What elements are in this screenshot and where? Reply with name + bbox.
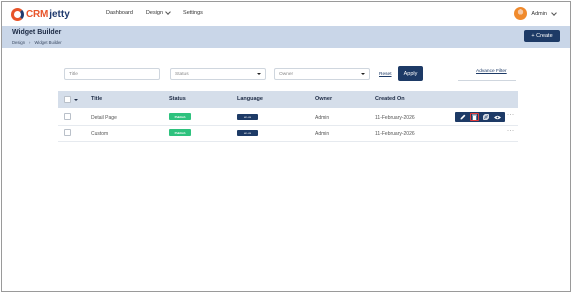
nav-design[interactable]: Design xyxy=(145,9,171,16)
row-checkbox[interactable] xyxy=(64,113,71,120)
copy-icon[interactable] xyxy=(481,113,490,121)
select-all-checkbox[interactable] xyxy=(64,96,71,103)
nav-dashboard[interactable]: Dashboard xyxy=(106,10,133,16)
title-filter-placeholder: Title xyxy=(69,71,78,77)
nav-design-label: Design xyxy=(145,10,164,16)
main-nav: Dashboard Design Settings xyxy=(106,9,203,16)
column-header-status[interactable]: Status xyxy=(169,96,186,102)
row-owner: Admin xyxy=(315,131,330,137)
table-row[interactable]: Custom Publish en-us Admin 11-February-2… xyxy=(58,126,518,142)
nav-settings[interactable]: Settings xyxy=(183,10,203,16)
row-created-on: 11-February-2026 xyxy=(375,131,415,137)
table-row[interactable]: Detail Page Publish en-us Admin 11-Febru… xyxy=(58,110,518,126)
language-badge: en-us xyxy=(237,114,258,120)
apply-button[interactable]: Apply xyxy=(398,66,423,81)
edit-icon[interactable] xyxy=(458,113,467,121)
app-window: CRM jetty Dashboard Design Settings Admi… xyxy=(1,1,571,292)
logo-mark-icon xyxy=(11,7,24,21)
column-header-created-on[interactable]: Created On xyxy=(375,96,405,102)
brand-logo[interactable]: CRM jetty xyxy=(11,6,70,22)
owner-filter-select[interactable]: Owner xyxy=(274,68,370,80)
page-title: Widget Builder xyxy=(12,29,62,36)
bulk-actions-dropdown-icon[interactable] xyxy=(74,99,78,101)
avatar xyxy=(514,7,528,20)
user-name: Admin xyxy=(531,10,547,17)
create-button[interactable]: + Create xyxy=(524,30,560,42)
row-checkbox[interactable] xyxy=(64,129,71,136)
dropdown-arrow-icon xyxy=(257,73,261,75)
column-header-title[interactable]: Title xyxy=(91,96,102,102)
nav-dashboard-label: Dashboard xyxy=(106,10,133,16)
row-actions-toolbar xyxy=(455,112,505,122)
chevron-down-icon xyxy=(551,9,557,16)
reset-link[interactable]: Reset xyxy=(379,72,392,77)
breadcrumb: Design › Widget Builder xyxy=(12,40,62,45)
user-menu[interactable]: Admin xyxy=(514,7,557,20)
status-filter-placeholder: Status xyxy=(175,71,189,77)
top-navbar: CRM jetty Dashboard Design Settings Admi… xyxy=(2,2,570,26)
breadcrumb-separator: › xyxy=(29,40,31,45)
delete-icon[interactable] xyxy=(469,113,479,121)
row-created-on: 11-February-2026 xyxy=(375,115,415,121)
logo-text-jetty: jetty xyxy=(49,8,70,20)
title-filter-input[interactable]: Title xyxy=(64,68,160,80)
column-header-owner[interactable]: Owner xyxy=(315,96,332,102)
kebab-icon[interactable]: ··· xyxy=(507,112,515,118)
page-header: Widget Builder Design › Widget Builder +… xyxy=(2,26,570,48)
dropdown-arrow-icon xyxy=(361,73,365,75)
column-header-language[interactable]: Language xyxy=(237,96,263,102)
chevron-down-icon xyxy=(165,9,171,15)
language-badge: en-us xyxy=(237,130,258,136)
status-badge: Publish xyxy=(169,113,191,120)
row-title[interactable]: Custom xyxy=(91,131,108,137)
row-title[interactable]: Detail Page xyxy=(91,115,117,121)
row-owner: Admin xyxy=(315,115,330,121)
advance-filter-link[interactable]: Advance Filter xyxy=(476,69,507,74)
logo-text-crm: CRM xyxy=(26,8,49,20)
kebab-icon[interactable]: ··· xyxy=(507,128,515,134)
table-header: Title Status Language Owner Created On xyxy=(58,91,518,108)
advance-filter-divider xyxy=(458,80,516,81)
breadcrumb-design[interactable]: Design xyxy=(12,40,25,45)
view-icon[interactable] xyxy=(493,113,502,121)
nav-settings-label: Settings xyxy=(183,10,203,16)
status-filter-select[interactable]: Status xyxy=(170,68,266,80)
filter-bar: Title Status Owner Reset Apply Advance F… xyxy=(64,66,518,82)
breadcrumb-current: Widget Builder xyxy=(34,40,62,45)
status-badge: Publish xyxy=(169,129,191,136)
owner-filter-placeholder: Owner xyxy=(279,71,294,77)
